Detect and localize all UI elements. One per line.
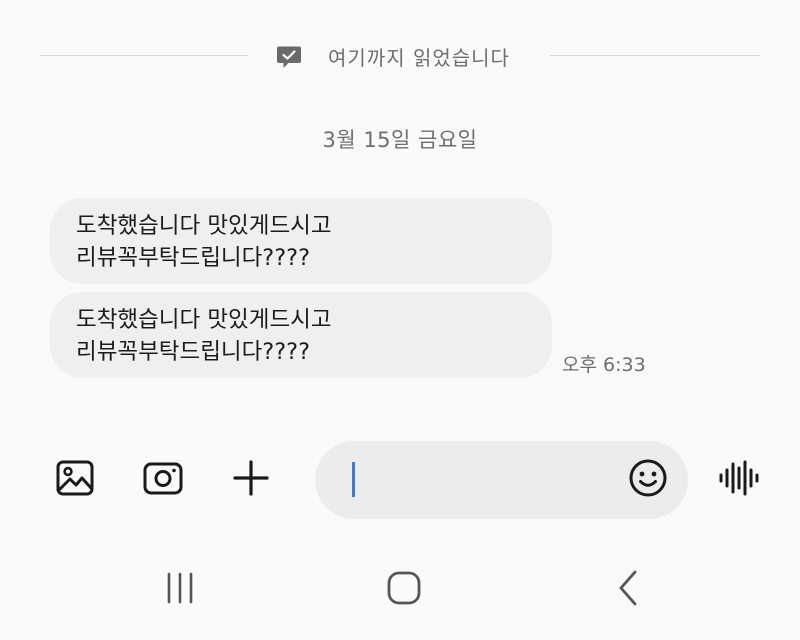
plus-icon — [231, 458, 271, 502]
message-bubble[interactable]: 도착했습니다 맛있게드시고 리뷰꼭부탁드립니다???? — [50, 198, 552, 284]
message-composer[interactable] — [315, 441, 688, 519]
message-timestamp: 오후 6:33 — [562, 354, 646, 376]
recent-apps-icon — [160, 568, 200, 612]
gallery-button[interactable] — [53, 458, 97, 502]
camera-icon — [142, 458, 184, 502]
message-bubble[interactable]: 도착했습니다 맛있게드시고 리뷰꼭부탁드립니다???? — [50, 292, 552, 378]
message-line: 리뷰꼭부탁드립니다???? — [76, 245, 311, 271]
chat-bubble-check-icon — [276, 44, 302, 70]
message-line: 리뷰꼭부탁드립니다???? — [76, 339, 311, 365]
divider-line-left — [40, 55, 248, 56]
home-icon — [384, 568, 424, 612]
back-icon — [608, 568, 648, 612]
back-button[interactable] — [606, 568, 650, 612]
date-header: 3월 15일 금요일 — [322, 128, 478, 152]
emoji-button[interactable] — [627, 459, 669, 501]
message-input[interactable] — [359, 461, 609, 499]
read-marker-divider: 여기까지 읽었습니다 — [40, 36, 760, 76]
message-line: 도착했습니다 맛있게드시고 — [76, 307, 332, 333]
voice-wave-icon — [717, 458, 761, 502]
recent-apps-button[interactable] — [158, 568, 202, 612]
emoji-icon — [628, 458, 668, 502]
camera-button[interactable] — [141, 458, 185, 502]
add-attachment-button[interactable] — [229, 458, 273, 502]
read-marker: 여기까지 읽었습니다 — [276, 42, 510, 71]
gallery-icon — [55, 458, 95, 502]
voice-record-button[interactable] — [717, 458, 761, 502]
divider-line-right — [550, 55, 760, 56]
text-caret — [352, 462, 355, 497]
message-line: 도착했습니다 맛있게드시고 — [76, 213, 332, 239]
home-button[interactable] — [382, 568, 426, 612]
read-marker-label: 여기까지 읽었습니다 — [328, 46, 510, 70]
